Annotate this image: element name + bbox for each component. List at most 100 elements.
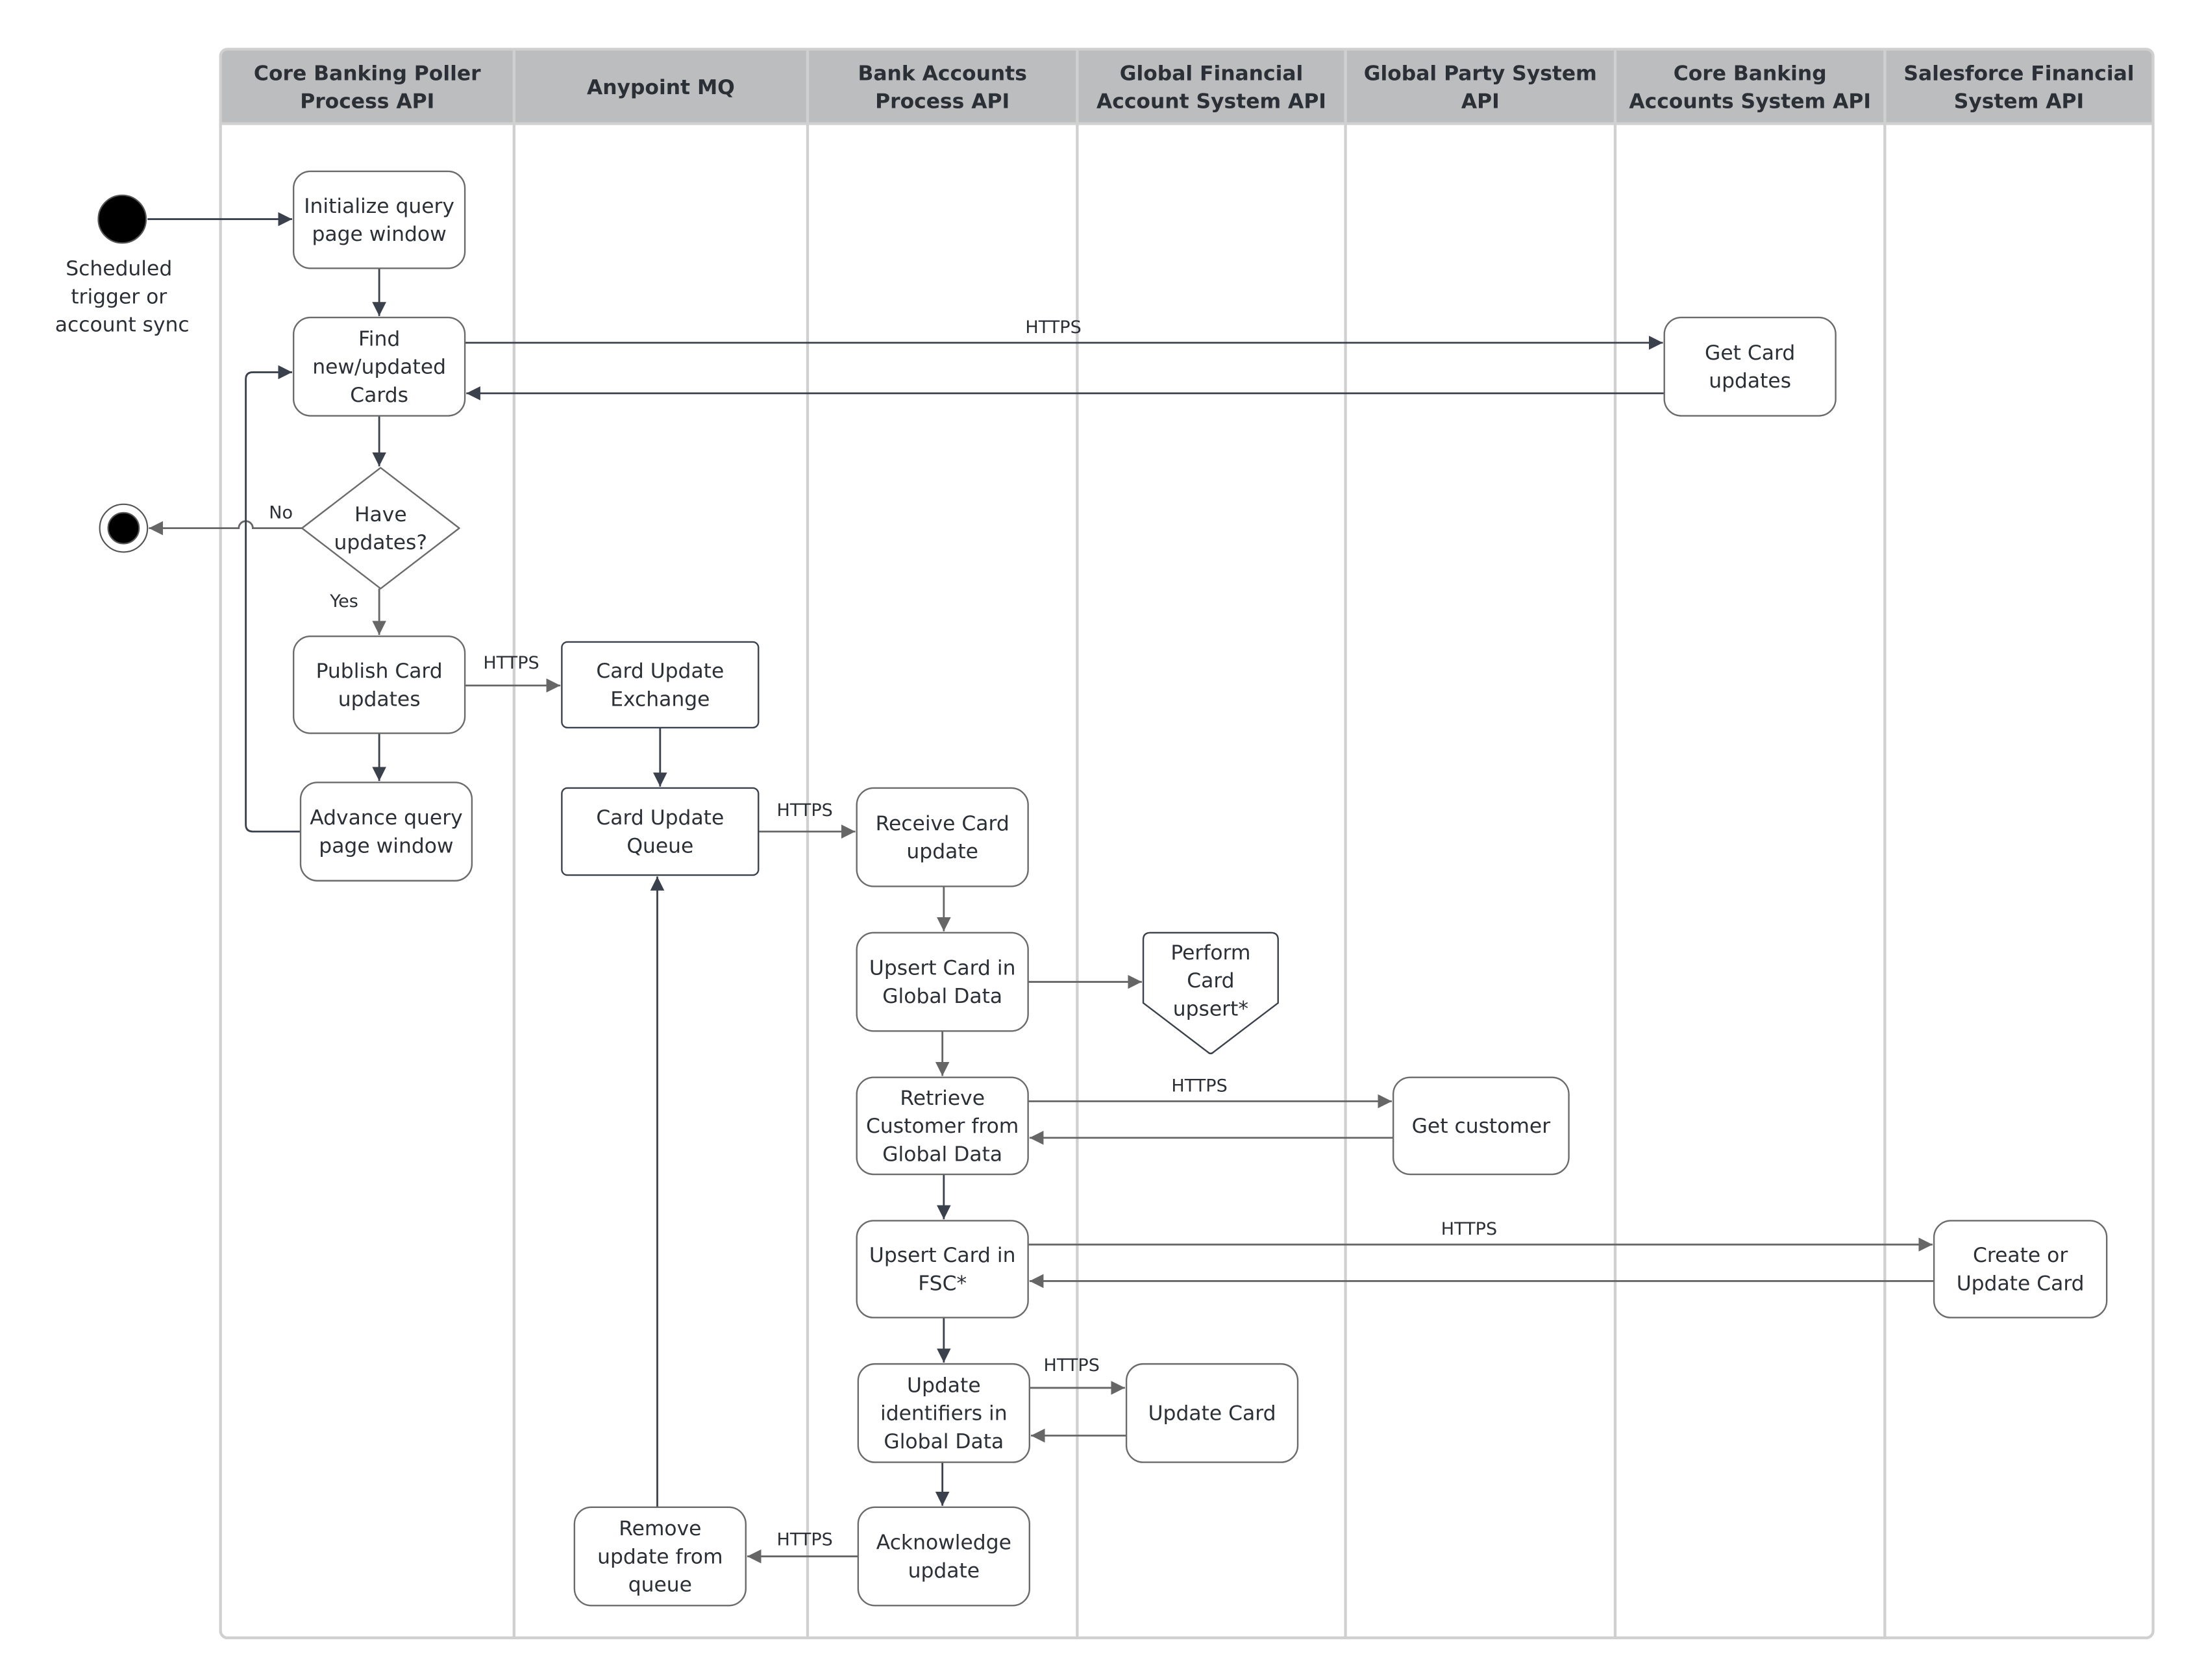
start-node: Scheduled trigger or account sync <box>55 194 190 337</box>
end-node <box>99 503 149 553</box>
lane-title-line: Global Financial <box>1120 62 1304 85</box>
start-label-line: trigger or <box>71 285 167 308</box>
node-label-line: Initialize query <box>304 195 454 218</box>
lane-title-line: Anypoint MQ <box>587 76 735 99</box>
node-publish: Publish Card updates <box>292 636 466 734</box>
node-label-line: Receive Card <box>876 812 1009 835</box>
edge-label: HTTPS <box>776 1529 832 1550</box>
activity-box <box>856 932 1029 1032</box>
node-label: Get customer <box>1412 1115 1551 1138</box>
lane-title-line: Global Party System <box>1364 62 1597 85</box>
node-label-line: Get customer <box>1412 1115 1551 1138</box>
lane-title-line: Bank Accounts <box>858 62 1026 85</box>
edge-label: Yes <box>329 591 358 611</box>
activity-box <box>1933 1220 2108 1318</box>
node-label-line: Update <box>907 1374 981 1397</box>
edge-label: HTTPS <box>1025 317 1081 338</box>
node-update-card: Update Card <box>1125 1363 1299 1463</box>
activity-box <box>857 1506 1031 1607</box>
node-queue: Card Update Queue <box>561 787 760 876</box>
node-label-line: Card Update <box>596 806 724 830</box>
node-label-line: Card Update <box>596 660 724 683</box>
node-label-line: queue <box>628 1574 692 1597</box>
lane-title-line: Core Banking <box>1674 62 1827 85</box>
node-label-line: Create or <box>1973 1244 2068 1267</box>
node-label-line: page window <box>319 834 453 858</box>
edge-label: HTTPS <box>776 800 832 821</box>
start-label-line: Scheduled <box>66 257 172 280</box>
node-label-line: Perform <box>1170 941 1250 965</box>
node-receive: Receive Card update <box>856 787 1029 887</box>
lane-title-line: Core Banking Poller <box>254 62 481 85</box>
node-label-line: Queue <box>626 834 693 858</box>
node-ack: Acknowledge update <box>857 1506 1031 1607</box>
node-label-line: Update Card <box>1957 1272 2085 1296</box>
node-label: Update Card <box>1148 1402 1276 1426</box>
edge-label: HTTPS <box>1441 1219 1497 1239</box>
node-label-line: Upsert Card in <box>869 957 1016 980</box>
node-decision: Have updates? <box>301 467 460 589</box>
node-label-line: Customer from <box>866 1115 1019 1138</box>
node-perform: Perform Card upsert* <box>1142 932 1279 1055</box>
final-state-dot-icon <box>107 512 140 545</box>
activity-box <box>856 787 1029 887</box>
node-label-line: upsert* <box>1173 997 1248 1020</box>
activity-box <box>292 170 466 269</box>
node-label-line: Retrieve <box>900 1087 985 1110</box>
node-label-line: updates <box>1709 369 1791 393</box>
node-create-update: Create or Update Card <box>1933 1220 2108 1318</box>
node-find: Find new/updated Cards <box>292 316 466 417</box>
edge-label: HTTPS <box>483 653 539 673</box>
node-label-line: Global Data <box>884 1430 1004 1453</box>
node-label-line: Find <box>358 327 400 351</box>
activity-box <box>299 782 473 882</box>
node-label-line: updates <box>338 687 421 711</box>
lane-title-line: System API <box>1954 90 2084 114</box>
node-label-line: Have <box>354 503 407 526</box>
node-label-line: Acknowledge <box>876 1531 1011 1555</box>
lane-title: Anypoint MQ <box>587 76 735 99</box>
node-init: Initialize query page window <box>292 170 466 269</box>
node-get-customer: Get customer <box>1392 1076 1570 1176</box>
connector-line <box>245 365 301 833</box>
node-label-line: identifiers in <box>880 1402 1008 1426</box>
node-label-line: new/updated <box>312 356 446 379</box>
queue-box <box>561 641 760 729</box>
node-label-line: Publish Card <box>316 660 443 683</box>
lane-title-line: Account System API <box>1096 90 1326 114</box>
node-upsert-gd: Upsert Card in Global Data <box>856 932 1029 1032</box>
node-get-updates: Get Card updates <box>1663 316 1837 417</box>
node-label-line: Card <box>1187 969 1234 993</box>
node-label-line: Advance query <box>310 806 462 830</box>
node-advance: Advance query page window <box>299 782 473 882</box>
node-update-ids: Update identifiers in Global Data <box>857 1363 1031 1463</box>
edge-label: No <box>269 502 293 523</box>
start-label-line: account sync <box>55 314 190 337</box>
node-label-line: update from <box>597 1545 723 1568</box>
node-label-line: Cards <box>350 384 408 407</box>
node-upsert-fsc: Upsert Card in FSC* <box>856 1220 1029 1318</box>
node-label-line: updates? <box>334 531 427 554</box>
node-label-line: update <box>906 840 978 863</box>
node-label-line: Get Card <box>1705 341 1795 365</box>
edge-advance-to-find <box>245 365 301 833</box>
node-label-line: Global Data <box>882 1143 1002 1166</box>
lane-title-line: Process API <box>875 90 1009 114</box>
node-label-line: update <box>908 1559 980 1583</box>
svg-text:Scheduled trigger or: Scheduled trigger or account sync <box>55 257 190 337</box>
node-remove: Remove update from queue <box>573 1506 747 1607</box>
node-label-line: page window <box>312 223 447 246</box>
node-exchange: Card Update Exchange <box>561 641 760 729</box>
node-retrieve: Retrieve Customer from Global Data <box>856 1076 1029 1176</box>
lane-header-mq: Anypoint MQ <box>587 76 735 99</box>
lane-title-line: API <box>1461 90 1500 114</box>
node-label-line: Global Data <box>882 985 1002 1008</box>
node-label-line: Exchange <box>610 687 710 711</box>
node-label-line: Update Card <box>1148 1402 1276 1426</box>
lane-title-line: Accounts System API <box>1629 90 1871 114</box>
initial-state-icon <box>97 194 147 244</box>
decision-diamond <box>301 467 460 589</box>
activity-box <box>292 636 466 734</box>
edge-label: HTTPS <box>1171 1076 1227 1096</box>
lane-title-line: Salesforce Financial <box>1903 62 2134 85</box>
